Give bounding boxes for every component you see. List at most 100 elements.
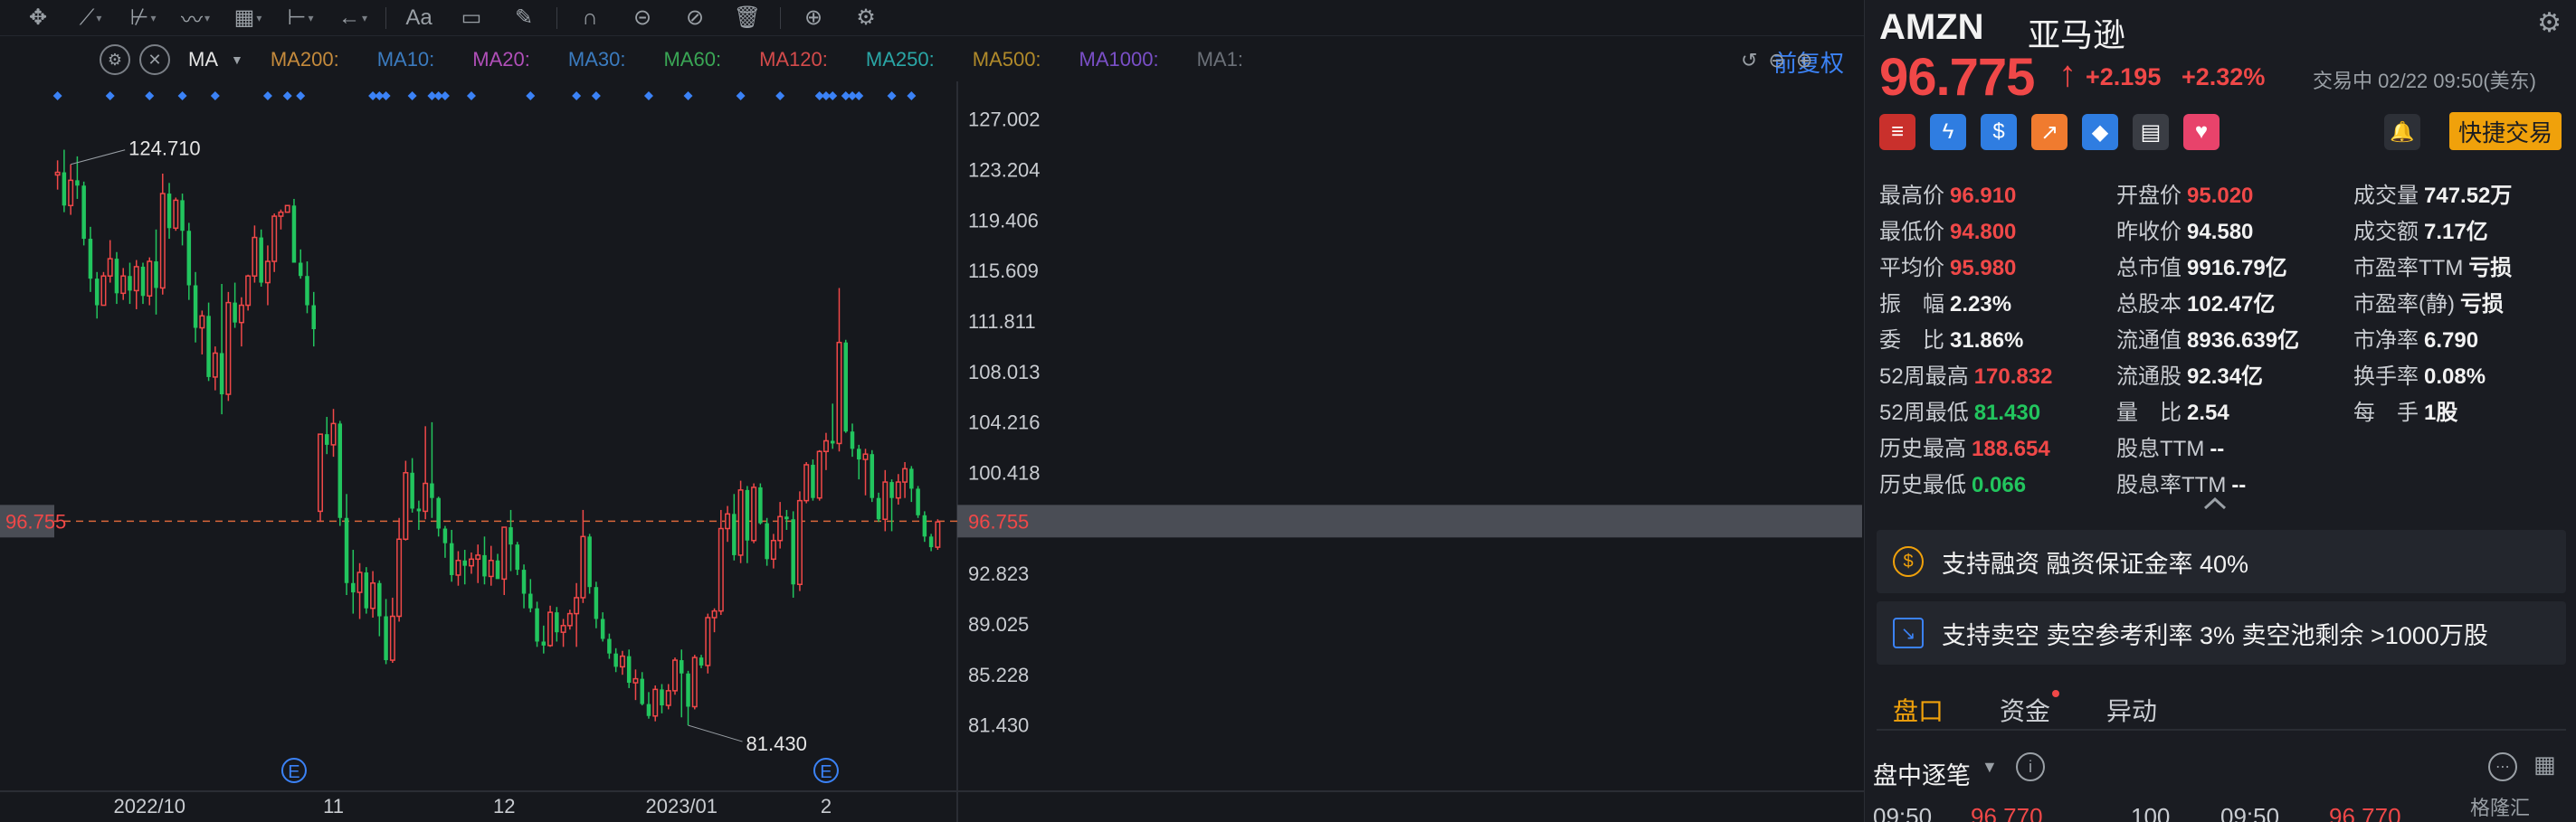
candle-body xyxy=(449,543,454,575)
trend-icon[interactable]: ↗ xyxy=(2031,114,2067,150)
chevron-down-icon[interactable]: ▼ xyxy=(1982,758,1998,777)
stat-item: 流通值 8936.639亿 xyxy=(2116,322,2299,354)
last-price: 96.775 xyxy=(1879,48,2035,107)
note-icon[interactable]: ▤ xyxy=(2133,114,2169,150)
candle-body xyxy=(699,657,704,666)
candle-body xyxy=(784,516,789,520)
stat-label: 开盘价 xyxy=(2116,184,2182,208)
candle-body xyxy=(212,352,218,378)
stat-item: 平均价 95.980 xyxy=(1879,250,2016,281)
candle-body xyxy=(566,612,573,627)
candle-body xyxy=(632,677,639,684)
stat-label: 历史最低 xyxy=(1879,473,1966,497)
candle-body xyxy=(882,481,889,520)
x-tick-label: 12 xyxy=(493,795,515,817)
divider xyxy=(1877,729,2566,731)
tab-capital[interactable]: 资金 xyxy=(2000,690,2060,728)
candle-body xyxy=(555,612,559,633)
candle-body xyxy=(245,275,252,307)
stat-value: 0.08% xyxy=(2424,364,2486,389)
candle-body xyxy=(120,275,127,295)
stats-row: 最高价 96.910 开盘价 95.020 成交量 747.52万 xyxy=(1879,174,2567,210)
candle-body xyxy=(594,587,599,619)
heart-icon[interactable]: ♥ xyxy=(2183,114,2220,150)
chart-pane[interactable]: ✥ ⟋ ▾ ⊬ ▾ 〰 ▾ ▦ ▾ ⊢ ▾ ← ▾ Aa ▭ ✎ ∩ ⊝ ⊘ 🗑 ⊕ ⚙ ⚙ ✕ MA ▼ MA200: M… xyxy=(0,0,1864,822)
stat-value: 92.34亿 xyxy=(2187,364,2264,389)
stat-label: 成交量 xyxy=(2353,184,2419,208)
candle-body xyxy=(889,482,894,498)
candle-body xyxy=(364,572,369,609)
margin-banner-text: 支持融资 融资保证金率 40% xyxy=(1942,550,2249,578)
candle-body xyxy=(462,560,467,566)
tab-activity[interactable]: 异动 xyxy=(2106,692,2157,728)
lightning-icon[interactable]: ϟ xyxy=(1930,114,1966,150)
candle-body xyxy=(488,560,494,578)
candle-body xyxy=(88,239,93,279)
y-tick-label: 127.002 xyxy=(968,109,1041,131)
stat-value: 1股 xyxy=(2424,401,2458,425)
event-dot-marker xyxy=(52,91,62,100)
candle-body xyxy=(233,302,237,323)
us-flag-icon[interactable]: ≡ xyxy=(1879,114,1915,150)
candle-body xyxy=(521,570,527,594)
more-icon[interactable]: ⋯ xyxy=(2488,752,2517,781)
grid-icon[interactable]: ▦ xyxy=(2533,751,2556,779)
event-dot-marker xyxy=(296,91,306,100)
dollar-icon[interactable]: $ xyxy=(1981,114,2017,150)
y-tick-label: 104.216 xyxy=(968,411,1041,434)
candle-body xyxy=(356,572,363,593)
quick-trade-button[interactable]: 快捷交易 xyxy=(2449,112,2562,150)
gear-icon[interactable]: ⚙ xyxy=(2537,7,2562,39)
stat-value: 81.430 xyxy=(1973,401,2041,425)
low-annotation-line xyxy=(688,724,743,742)
candle-body xyxy=(291,205,297,263)
tab-capital-label: 资金 xyxy=(2000,697,2051,725)
margin-banner[interactable]: $ 支持融资 融资保证金率 40% xyxy=(1877,530,2566,593)
stat-value: 188.654 xyxy=(1972,437,2050,461)
y-tick-label: 119.406 xyxy=(968,209,1039,231)
candle-body xyxy=(607,638,612,654)
candle-body xyxy=(902,468,908,483)
stats-row: 委 比 31.86% 流通值 8936.639亿 市净率 6.790 xyxy=(1879,318,2567,354)
x-tick-label: 2023/01 xyxy=(645,795,718,817)
stat-value: 9916.79亿 xyxy=(2187,256,2287,280)
short-banner[interactable]: ↘ 支持卖空 卖空参考利率 3% 卖空池剩余 >1000万股 xyxy=(1877,601,2566,665)
candle-body xyxy=(646,704,651,716)
stat-label: 成交额 xyxy=(2353,220,2419,244)
candle-body xyxy=(62,172,67,206)
candle-body xyxy=(777,515,784,542)
stat-item: 最低价 94.800 xyxy=(1879,213,2016,245)
candlestick-chart[interactable]: 127.002 123.204 119.406 115.609 111.811 108.0… xyxy=(0,0,1864,822)
candle-body xyxy=(186,231,192,286)
candle-body xyxy=(870,454,875,498)
stat-label: 量 比 xyxy=(2116,401,2182,425)
stat-label: 振 幅 xyxy=(1879,292,1944,317)
candle-body xyxy=(770,539,776,561)
stat-value: 6.790 xyxy=(2424,328,2479,353)
collapse-icon[interactable] xyxy=(2201,496,2229,512)
candle-body xyxy=(430,483,434,498)
tab-orderbook[interactable]: 盘口 xyxy=(1893,692,1944,728)
info-icon[interactable]: i xyxy=(2016,752,2045,781)
candle-body xyxy=(384,616,388,661)
candle-body xyxy=(640,678,644,704)
candle-body xyxy=(711,609,718,619)
stat-value: 102.47亿 xyxy=(2187,292,2276,317)
event-dot-marker xyxy=(177,91,187,100)
candle-body xyxy=(264,260,271,284)
stats-grid: 最高价 96.910 开盘价 95.020 成交量 747.52万 最低价 94.800 昨收价… xyxy=(1879,174,2567,499)
bell-icon[interactable]: 🔔 xyxy=(2384,114,2420,150)
event-dot-marker xyxy=(381,91,391,100)
price-change: +2.195 xyxy=(2086,63,2162,90)
arrow-up-icon: ↑ xyxy=(2058,54,2077,94)
event-dot-marker xyxy=(262,91,272,100)
stat-label: 昨收价 xyxy=(2116,220,2182,244)
stat-label: 换手率 xyxy=(2353,364,2419,389)
stat-label: 52周最低 xyxy=(1879,401,1969,425)
stat-item: 成交量 747.52万 xyxy=(2353,177,2512,209)
candle-body xyxy=(370,582,376,609)
event-dot-marker xyxy=(854,91,864,100)
candle-body xyxy=(403,472,409,541)
tag-icon[interactable]: ◆ xyxy=(2082,114,2118,150)
stat-value: -- xyxy=(2231,473,2247,497)
